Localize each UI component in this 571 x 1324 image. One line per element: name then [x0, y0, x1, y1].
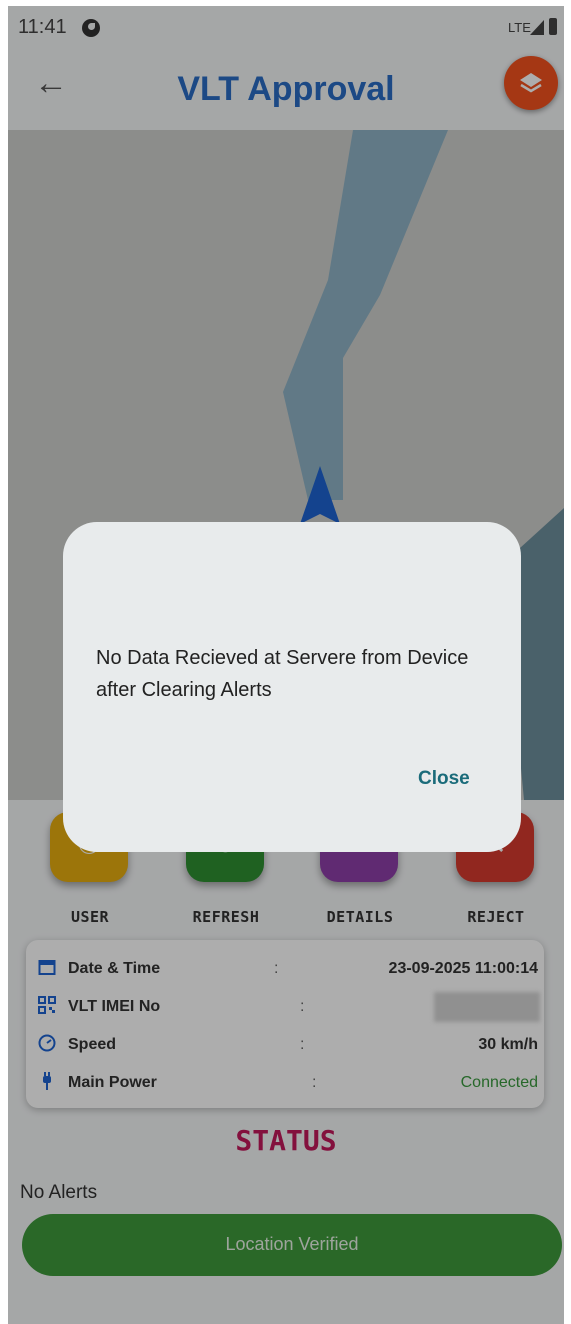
dialog-message: No Data Recieved at Servere from Device …	[96, 647, 469, 701]
alert-dialog: No Data Recieved at Servere from Device …	[63, 522, 521, 852]
app-screen: 11:41 LTE ← VLT Approval ☉ USER ↻ REFRES	[8, 6, 564, 1324]
close-button[interactable]: Close	[418, 768, 470, 790]
